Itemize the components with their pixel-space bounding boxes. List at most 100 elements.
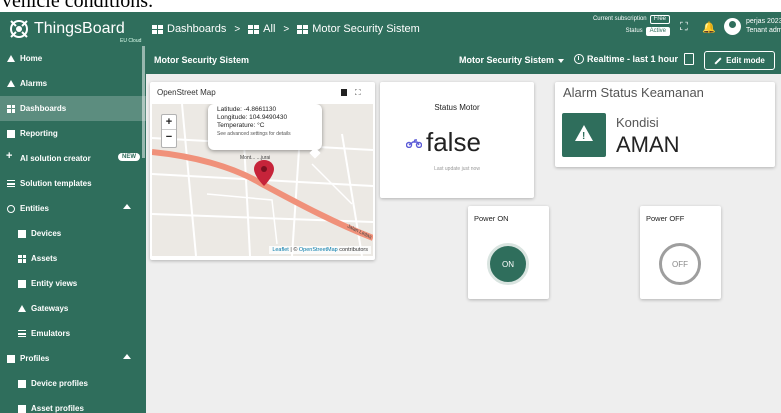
power-off-button[interactable]: OFF <box>659 243 701 285</box>
timewindow-button[interactable]: Realtime - last 1 hour <box>574 54 678 64</box>
popup-longitude: Longitude: 104.9490430 <box>217 114 288 121</box>
sidebar-scrollbar[interactable] <box>142 46 145 158</box>
breadcrumb-current: Motor Security Sistem <box>297 23 420 35</box>
user-info[interactable]: perjas 2023 Tenant adm <box>746 17 781 35</box>
dashboards-icon <box>248 24 260 34</box>
breadcrumb-label: Motor Security Sistem <box>312 23 420 35</box>
sidebar-item-label: Assets <box>31 254 58 263</box>
breadcrumb: Dashboards > All > Motor Security Sistem <box>152 23 420 35</box>
subscription-info: Current subscription Free Status Active <box>548 14 670 36</box>
sidebar-item-label: Device profiles <box>31 379 88 388</box>
chevron-down-icon <box>558 58 565 63</box>
power-on-button[interactable]: ON <box>487 243 529 285</box>
entities-icon <box>7 204 15 213</box>
collapse-chevron-icon[interactable] <box>123 354 131 359</box>
power-on-title: Power ON <box>474 214 509 223</box>
alarm-widget-title: Alarm Status Keamanan <box>563 85 704 100</box>
edit-mode-label: Edit mode <box>726 56 765 65</box>
logo-text: ThingsBoard <box>34 20 125 37</box>
clock-icon <box>574 54 584 64</box>
caption-strip: vehicle conditions. <box>0 0 781 12</box>
alarm-label: Kondisi <box>616 115 659 130</box>
dashboards-icon <box>152 24 163 34</box>
warning-icon <box>7 80 15 87</box>
subscription-label: Current subscription <box>592 16 647 22</box>
breadcrumb-separator: > <box>234 23 241 35</box>
sidebar-item-assets[interactable]: Assets <box>0 246 146 271</box>
subscription-plan[interactable]: Free <box>649 14 670 24</box>
emulators-icon <box>18 330 26 337</box>
sidebar-item-solution-templates[interactable]: Solution templates <box>0 171 146 196</box>
breadcrumb-separator: > <box>283 23 290 35</box>
dashboards-icon <box>7 104 15 113</box>
gateways-icon <box>18 305 26 312</box>
export-icon[interactable] <box>684 53 694 65</box>
map-canvas[interactable]: + − Mont... ...jurai Jalan Lintas Latitu… <box>152 104 373 256</box>
assets-icon <box>18 254 26 263</box>
top-bar: ThingsBoard EU Cloud Dashboards > All > … <box>0 12 781 46</box>
logo-subtitle: EU Cloud <box>120 38 142 44</box>
user-role: Tenant adm <box>746 27 781 34</box>
attribution-separator: | © <box>288 247 299 253</box>
sidebar-item-asset-profiles[interactable]: Asset profiles <box>0 396 146 413</box>
sidebar-item-label: Solution templates <box>20 179 92 188</box>
motorcycle-icon <box>406 139 422 148</box>
fullscreen-icon[interactable]: ⛶ <box>680 21 688 34</box>
sidebar-item-dashboards[interactable]: Dashboards <box>0 96 146 121</box>
export-widget-icon[interactable] <box>341 89 347 96</box>
sidebar: Home Alarms Dashboards Reporting AI solu… <box>0 46 146 413</box>
status-value: false <box>426 127 481 157</box>
map-widget-title: OpenStreet Map <box>157 88 216 97</box>
sidebar-item-home[interactable]: Home <box>0 46 146 71</box>
user-name: perjas 2023 <box>746 18 781 25</box>
profiles-icon <box>7 354 15 363</box>
sidebar-item-gateways[interactable]: Gateways <box>0 296 146 321</box>
sidebar-item-entities[interactable]: Entities <box>0 196 146 221</box>
sidebar-item-label: Profiles <box>20 354 50 363</box>
sidebar-item-label: Reporting <box>20 129 58 138</box>
sidebar-item-reporting[interactable]: Reporting <box>0 121 146 146</box>
zoom-out-button[interactable]: − <box>162 130 176 145</box>
zoom-control[interactable]: + − <box>161 114 177 148</box>
sidebar-item-label: Gateways <box>31 304 69 313</box>
alarm-status-widget: Alarm Status Keamanan ! Kondisi AMAN <box>555 82 775 167</box>
avatar[interactable] <box>724 18 741 35</box>
map-town-label: Mont... ...jurai <box>240 155 271 161</box>
sidebar-item-label: Emulators <box>31 329 71 338</box>
sidebar-item-entity-views[interactable]: Entity views <box>0 271 146 296</box>
device-profiles-icon <box>18 379 26 388</box>
dashboard-toolbar: Motor Security Sistem Motor Security Sis… <box>146 46 781 74</box>
zoom-in-button[interactable]: + <box>162 115 176 130</box>
sidebar-item-profiles[interactable]: Profiles <box>0 346 146 371</box>
menu-lines-icon <box>7 180 15 187</box>
osm-link[interactable]: OpenStreetMap <box>299 247 338 253</box>
sidebar-item-label: Dashboards <box>20 104 67 113</box>
dashboard-main: Motor Security Sistem Motor Security Sis… <box>146 46 781 413</box>
entity-views-icon <box>18 279 26 288</box>
edit-mode-button[interactable]: Edit mode <box>704 51 775 70</box>
breadcrumb-label: All <box>263 23 276 35</box>
sidebar-item-device-profiles[interactable]: Device profiles <box>0 371 146 396</box>
alarm-value: AMAN <box>616 132 680 157</box>
breadcrumb-all[interactable]: All <box>248 23 275 35</box>
dashboards-icon <box>297 24 309 34</box>
sidebar-item-emulators[interactable]: Emulators <box>0 321 146 346</box>
popup-note: See advanced settings for details <box>217 131 291 137</box>
sidebar-item-devices[interactable]: Devices <box>0 221 146 246</box>
dashboard-state-select[interactable]: Motor Security Sistem <box>459 55 565 65</box>
sidebar-item-label: AI solution creator <box>20 154 91 163</box>
status-widget-title: Status Motor <box>434 103 480 112</box>
leaflet-link[interactable]: Leaflet <box>272 247 289 253</box>
collapse-chevron-icon[interactable] <box>123 204 131 209</box>
breadcrumb-dashboards[interactable]: Dashboards <box>152 23 226 35</box>
notification-bell-icon[interactable]: 🔔 <box>702 21 716 34</box>
power-off-widget: Power OFF OFF <box>640 206 721 299</box>
status-motor-widget: Status Motor false Last update just now <box>380 82 534 198</box>
sidebar-item-alarms[interactable]: Alarms <box>0 71 146 96</box>
fullscreen-icon[interactable]: ⛶ <box>355 88 361 98</box>
status-badge: Active <box>645 26 670 36</box>
power-on-widget: Power ON ON <box>468 206 549 299</box>
breadcrumb-label: Dashboards <box>167 23 227 35</box>
caption-text: vehicle conditions. <box>2 0 154 12</box>
sidebar-item-ai-solution-creator[interactable]: AI solution creator NEW <box>0 146 146 171</box>
